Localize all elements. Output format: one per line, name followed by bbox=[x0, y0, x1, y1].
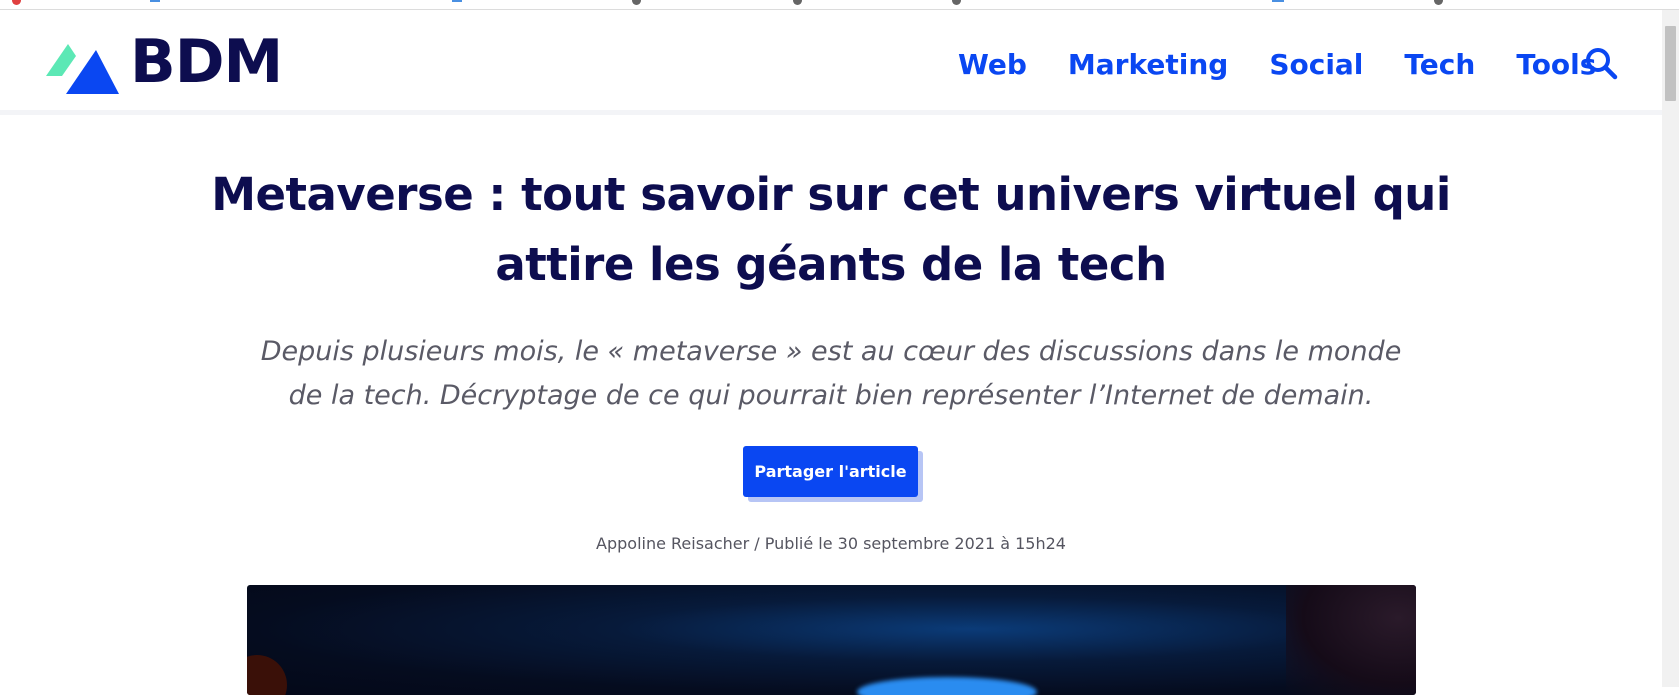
article-hero-image bbox=[247, 585, 1416, 695]
bookmark-favicon[interactable] bbox=[793, 0, 802, 5]
site-header: BDM Web Marketing Social Tech Tools bbox=[0, 10, 1662, 115]
scrollbar-thumb[interactable] bbox=[1665, 26, 1676, 101]
bookmark-item[interactable] bbox=[150, 0, 160, 2]
hero-image-detail bbox=[247, 655, 287, 695]
bookmark-favicon[interactable] bbox=[952, 0, 961, 5]
article-subtitle: Depuis plusieurs mois, le « metaverse » … bbox=[260, 336, 1402, 411]
nav-item-social[interactable]: Social bbox=[1269, 48, 1363, 81]
bookmark-item[interactable] bbox=[452, 0, 462, 2]
search-icon bbox=[1586, 48, 1618, 80]
bookmarks-bar bbox=[0, 0, 1679, 10]
bookmark-item[interactable] bbox=[1272, 0, 1284, 2]
bookmark-favicon[interactable] bbox=[12, 0, 21, 5]
page-scrollbar[interactable] bbox=[1662, 10, 1679, 687]
search-button[interactable] bbox=[1584, 46, 1618, 80]
main-nav: Web Marketing Social Tech Tools bbox=[958, 40, 1637, 88]
article-meta: Appoline Reisacher / Publié le 30 septem… bbox=[596, 534, 1066, 553]
bookmark-favicon[interactable] bbox=[1434, 0, 1443, 5]
bdm-mountain-logo-icon bbox=[46, 44, 119, 94]
hero-image-detail bbox=[1286, 585, 1416, 695]
logo-text: BDM bbox=[130, 27, 283, 97]
nav-item-tech[interactable]: Tech bbox=[1404, 48, 1475, 81]
bookmark-favicon[interactable] bbox=[632, 0, 641, 5]
hero-image-glow bbox=[857, 677, 1037, 695]
nav-item-web[interactable]: Web bbox=[958, 48, 1027, 81]
article-title: Metaverse : tout savoir sur cet univers … bbox=[211, 168, 1451, 291]
nav-item-marketing[interactable]: Marketing bbox=[1068, 48, 1228, 81]
site-logo[interactable]: BDM bbox=[46, 27, 283, 97]
share-article-button[interactable]: Partager l'article bbox=[743, 446, 918, 497]
